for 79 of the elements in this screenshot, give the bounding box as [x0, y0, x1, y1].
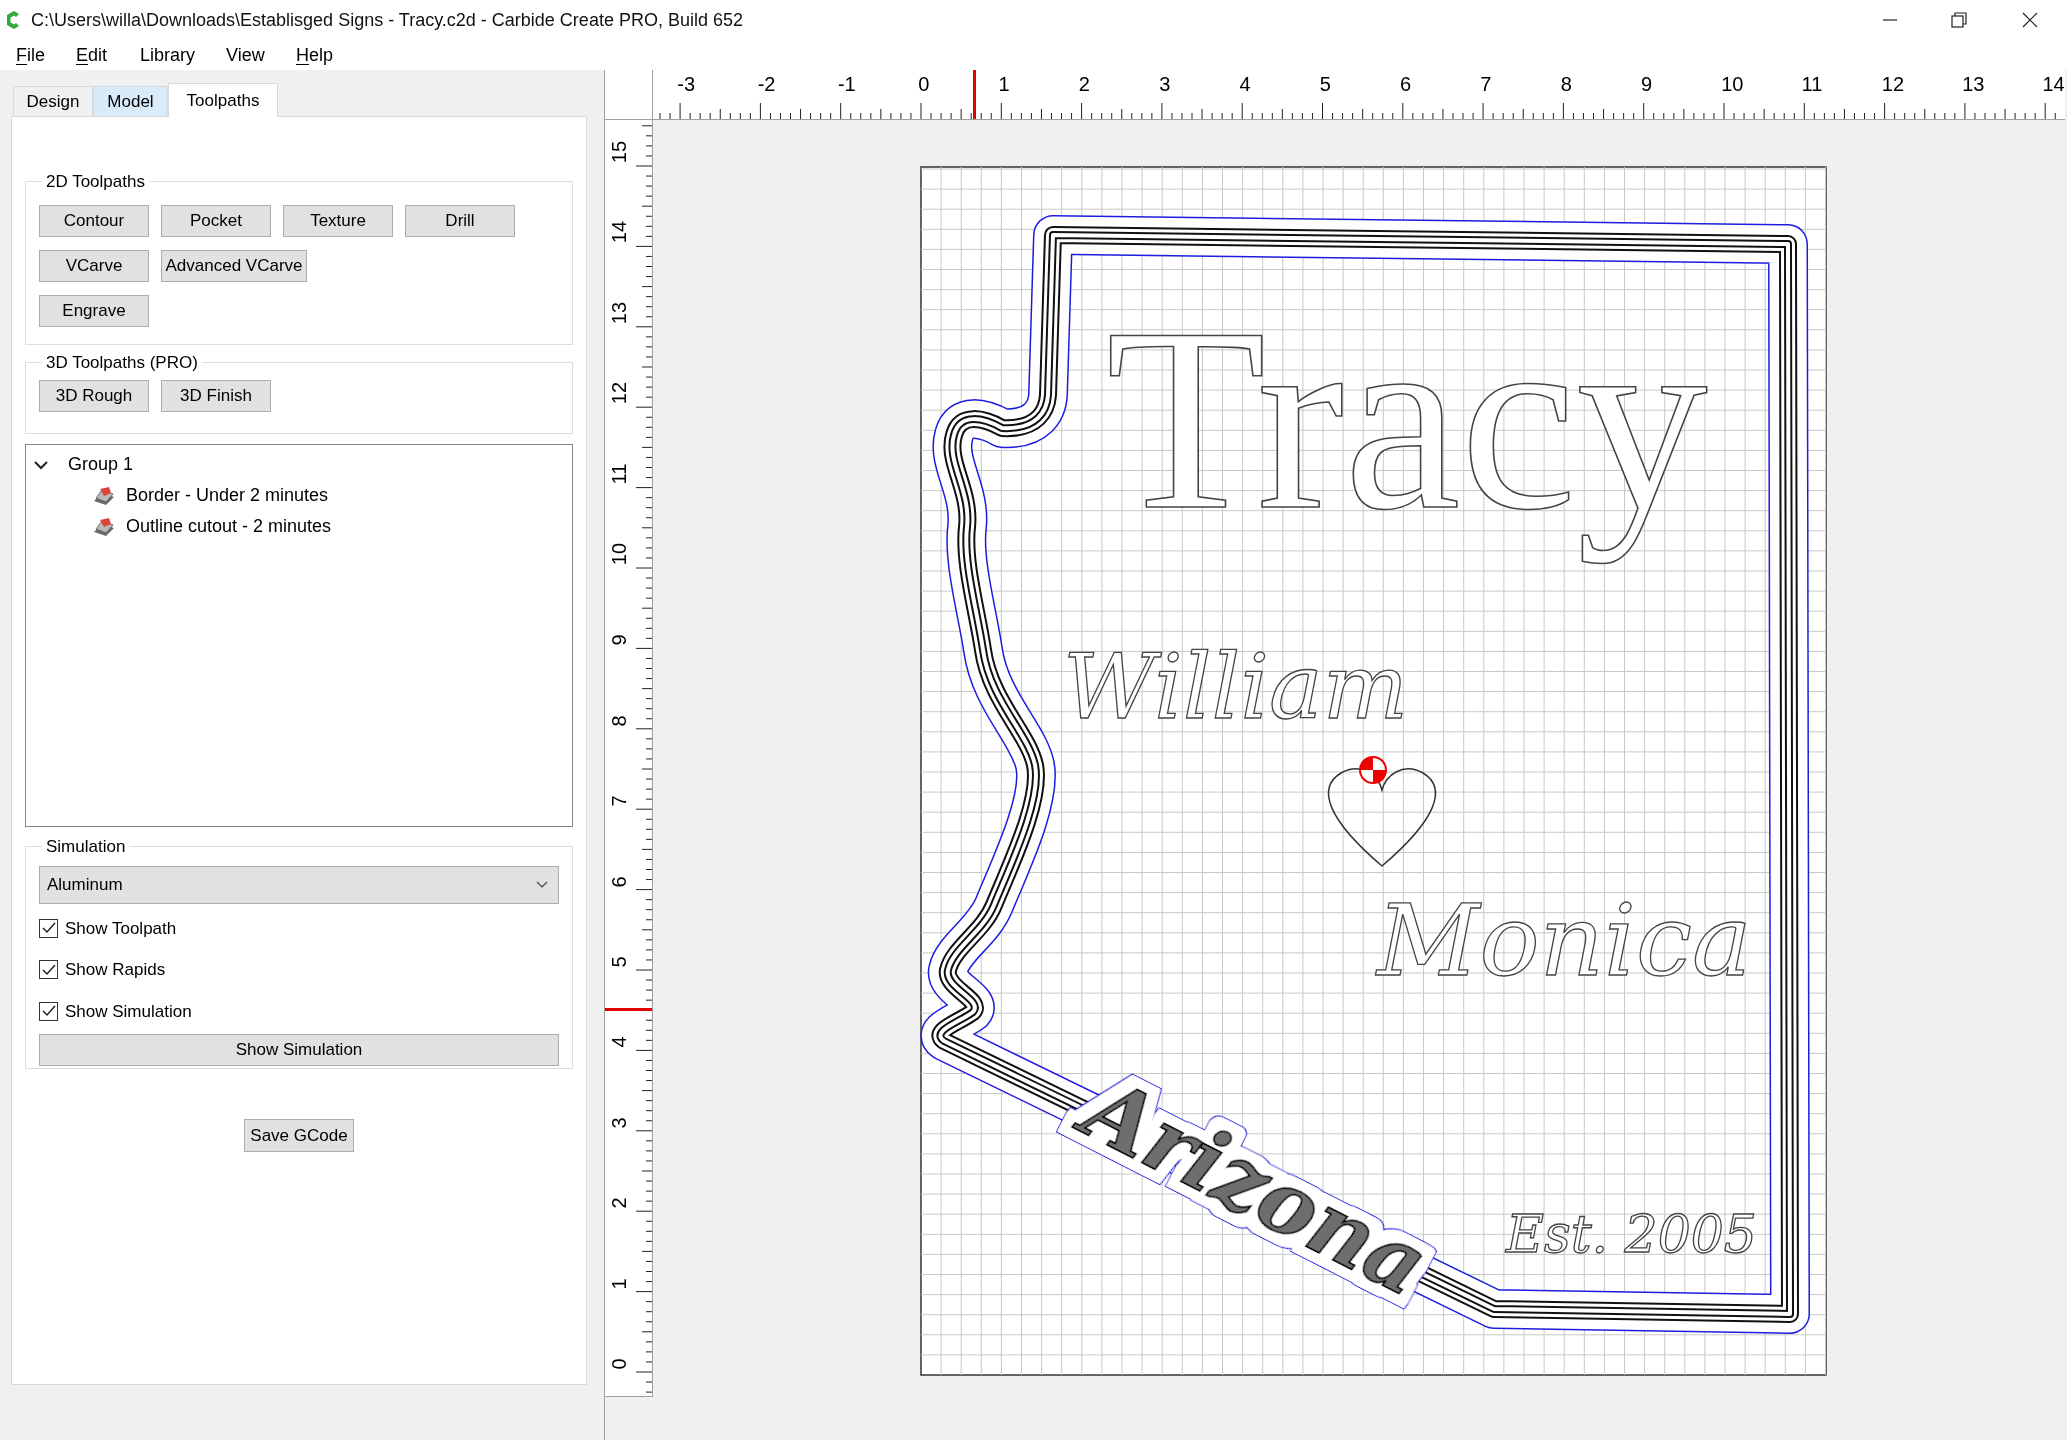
- ruler-label: 3: [1159, 72, 1171, 96]
- app-logo-icon: [6, 11, 22, 29]
- tab[interactable]: Toolpaths: [168, 83, 278, 117]
- group-title: 2D Toolpaths: [45, 171, 146, 193]
- ruler-label: 14: [2042, 72, 2065, 96]
- ruler-label: 6: [607, 875, 632, 890]
- design-text: Est. 2005: [1506, 1204, 1758, 1264]
- design-text: William: [1063, 634, 1409, 739]
- toolpath-button[interactable]: Texture: [283, 204, 393, 237]
- toolpath-button[interactable]: Contour: [39, 204, 149, 237]
- toolpath-icon: [92, 515, 116, 538]
- ruler-label: 13: [607, 300, 632, 325]
- ruler-label: 13: [1962, 72, 1985, 96]
- cursor-marker: [973, 70, 977, 119]
- chevron-icon[interactable]: [34, 459, 48, 470]
- ruler-label: -3: [677, 72, 696, 96]
- tab[interactable]: Design: [13, 86, 93, 116]
- toolpath-button[interactable]: VCarve: [39, 249, 149, 282]
- window-title: C:\Users\willa\Downloads\Establisged Signs - Tracy.c2d - Carbide Create PRO, Build 652: [31, 8, 743, 32]
- ruler-label: 7: [607, 794, 632, 809]
- ruler-label: 12: [1881, 72, 1905, 96]
- design-text: Tracy: [1106, 274, 1708, 564]
- toolpath-icon: [92, 484, 116, 507]
- ruler-label: -1: [837, 72, 856, 96]
- ruler-label: 8: [1560, 72, 1572, 96]
- toolpath-button[interactable]: Pocket: [161, 204, 271, 237]
- ruler-label: 1: [607, 1277, 632, 1292]
- ruler-label: 5: [1319, 72, 1331, 96]
- checkbox[interactable]: [39, 1001, 58, 1021]
- show-simulation-button[interactable]: Show Simulation: [39, 1034, 559, 1066]
- ruler-label: 14: [607, 220, 632, 245]
- chevron-icon: [536, 880, 548, 889]
- cursor-marker: [605, 1008, 653, 1011]
- menu-item[interactable]: Library: [130, 41, 216, 69]
- group-title: 3D Toolpaths (PRO): [45, 352, 199, 374]
- menu-item[interactable]: Edit: [66, 41, 130, 69]
- checkbox[interactable]: [39, 960, 58, 980]
- ruler-label: -2: [757, 72, 776, 96]
- material-dropdown[interactable]: Aluminum: [39, 865, 559, 904]
- toolpath-button[interactable]: Engrave: [39, 294, 149, 327]
- menu-item[interactable]: File: [6, 41, 66, 69]
- close-icon[interactable]: [2022, 12, 2038, 28]
- ruler-label: 7: [1480, 72, 1492, 96]
- ruler-label: 10: [1721, 72, 1744, 96]
- ruler-label: 0: [918, 72, 930, 96]
- ruler-label: 1: [998, 72, 1010, 96]
- checkbox-label: Show Simulation: [65, 1000, 192, 1023]
- menu-item[interactable]: View: [216, 41, 286, 69]
- toolpath-item[interactable]: Outline cutout - 2 minutes: [126, 513, 332, 540]
- ruler-label: 6: [1400, 72, 1412, 96]
- ruler-label: 9: [1640, 72, 1653, 96]
- ruler-label: 15: [607, 140, 632, 164]
- toolpath-item[interactable]: Border - Under 2 minutes: [126, 482, 329, 509]
- checkbox-label: Show Rapids: [65, 959, 166, 981]
- ruler-label: 2: [607, 1196, 632, 1211]
- ruler-label: 3: [607, 1116, 632, 1131]
- toolpath-button[interactable]: Advanced VCarve: [161, 249, 307, 282]
- ruler-label: 4: [1239, 72, 1251, 96]
- ruler-label: 8: [607, 714, 632, 729]
- save-gcode-button[interactable]: Save GCode: [244, 1119, 354, 1152]
- group-title: Simulation: [45, 836, 127, 858]
- ruler-label: 5: [607, 955, 632, 970]
- ruler-label: 0: [607, 1357, 632, 1372]
- toolpath-button[interactable]: Drill: [405, 204, 515, 237]
- menu-item[interactable]: Help: [286, 41, 346, 69]
- checkbox-label: Show Toolpath: [65, 917, 177, 940]
- checkbox[interactable]: [39, 918, 58, 938]
- ruler-label: 12: [607, 381, 632, 406]
- toolpath-button[interactable]: 3D Finish: [161, 379, 271, 412]
- tab[interactable]: Model: [93, 86, 168, 116]
- restore-icon[interactable]: [1951, 12, 1967, 28]
- ruler-label: 2: [1078, 72, 1090, 96]
- ruler-label: 4: [607, 1035, 632, 1050]
- ruler-label: 10: [607, 542, 632, 566]
- ruler-label: 9: [607, 633, 632, 648]
- toolpath-button[interactable]: 3D Rough: [39, 379, 149, 412]
- ruler-label: 11: [607, 462, 632, 486]
- group-item[interactable]: Group 1: [68, 451, 134, 478]
- ruler-label: 11: [1801, 72, 1823, 96]
